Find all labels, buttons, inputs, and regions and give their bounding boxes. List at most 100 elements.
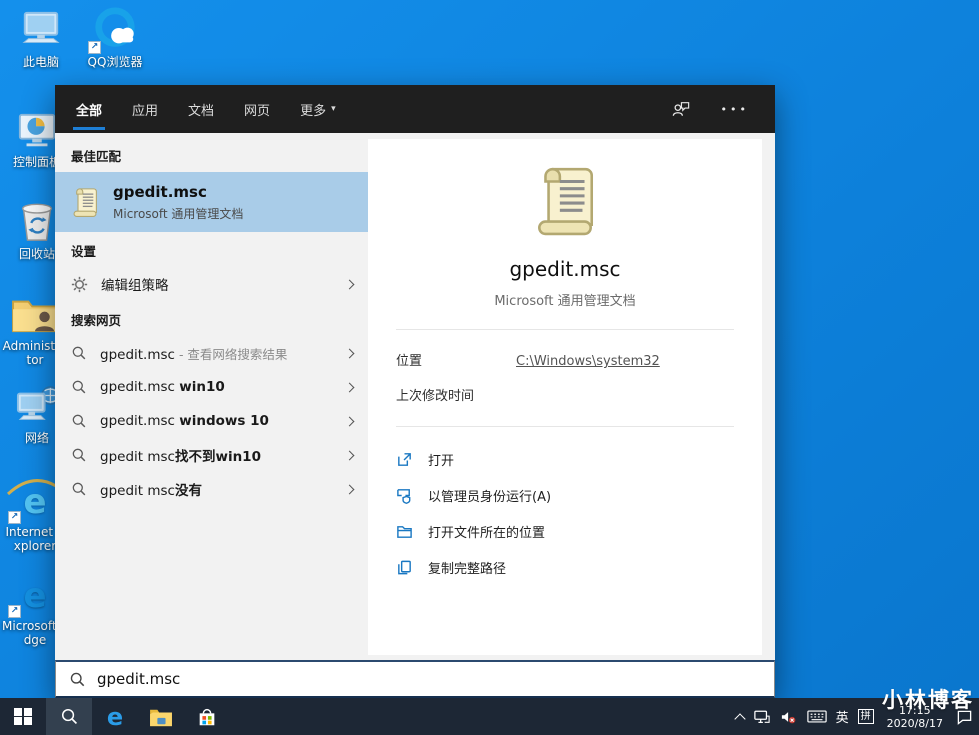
taskbar-edge-button[interactable]: e [92,698,138,735]
section-header-search-web: 搜索网页 [71,313,122,328]
tab-apps[interactable]: 应用 [117,85,173,133]
feedback-icon[interactable] [671,100,691,118]
network-status-icon[interactable] [753,709,771,725]
best-match-title: gpedit.msc [113,182,207,201]
property-location: 位置 C:\Windows\system32 [396,342,734,377]
desktop-icon-label: 此电脑 [22,55,59,69]
desktop: { "colors": { "desktop_blue": "#0f86e1",… [0,0,979,735]
suggestion-text: gpedit.msc win10 [100,379,225,395]
action-label: 打开 [428,453,455,469]
desktop-icon-label: QQ浏览器 [87,55,143,69]
section-header-best-match: 最佳匹配 [71,149,122,164]
chevron-right-icon [344,450,355,460]
web-suggestion[interactable]: gpedit.msc windows 10 [55,404,368,438]
ime-language-indicator[interactable]: 英 [836,707,849,726]
msc-file-icon [71,186,99,218]
copy-icon [396,559,414,576]
search-icon [71,379,87,395]
taskbar-file-explorer-button[interactable] [138,698,184,735]
chevron-right-icon [344,484,355,494]
chevron-down-icon: ▾ [331,104,336,114]
volume-muted-icon[interactable] [780,709,798,725]
search-input[interactable] [97,670,761,688]
file-location-link[interactable]: C:\Windows\system32 [516,354,660,369]
file-properties: 位置 C:\Windows\system32 上次修改时间 [396,330,734,427]
action-open[interactable]: 打开 [396,441,734,477]
preview-pane: gpedit.msc Microsoft 通用管理文档 位置 C:\Window… [368,133,775,660]
results-list: 最佳匹配 gpedit.msc Microsoft 通用管理文档 设置 编辑组策… [55,133,368,660]
search-results-area: 最佳匹配 gpedit.msc Microsoft 通用管理文档 设置 编辑组策… [55,133,775,660]
search-icon [71,481,87,497]
search-icon [71,413,87,429]
store-icon [199,708,215,725]
preview-header: gpedit.msc Microsoft 通用管理文档 [396,147,734,330]
shortcut-arrow-icon: ↗ [88,41,101,54]
web-suggestion[interactable]: gpedit msc找不到win10 [55,438,368,472]
search-icon [69,671,86,688]
action-label: 以管理员身份运行(A) [428,489,552,505]
property-last-modified: 上次修改时间 [396,377,734,412]
tab-documents[interactable]: 文档 [173,85,229,133]
desktop-icon-qq-browser[interactable]: ↗ QQ浏览器 [82,6,148,69]
open-icon [396,451,414,468]
tab-web[interactable]: 网页 [229,85,285,133]
suggestion-text: gpedit.msc windows 10 [100,413,269,429]
search-icon [60,707,79,726]
run-as-admin-icon [396,487,414,504]
watermark-text: 小林博客 [882,688,974,712]
suggestion-text: gpedit.msc - 查看网络搜索结果 [100,346,288,363]
tab-all[interactable]: 全部 [61,85,117,133]
chevron-right-icon [344,348,355,358]
tab-more[interactable]: 更多 ▾ [285,85,351,133]
result-label: 编辑组策略 [101,278,169,294]
clock-date: 2020/8/17 [886,716,943,730]
file-explorer-icon [150,709,172,726]
web-suggestion[interactable]: gpedit msc没有 [55,472,368,506]
search-panel-header: 全部 应用 文档 网页 更多 ▾ ••• [55,85,775,133]
desktop-icon-this-pc[interactable]: 此电脑 [8,6,74,69]
web-suggestion[interactable]: gpedit.msc win10 [55,370,368,404]
edge-icon: e [106,702,124,731]
action-label: 复制完整路径 [428,561,507,577]
ime-mode-indicator[interactable]: 拼 [857,709,874,724]
web-suggestion[interactable]: gpedit.msc - 查看网络搜索结果 [55,336,368,370]
edge-e-glyph: e [23,576,47,616]
open-location-icon [396,523,414,540]
gear-icon [71,276,88,293]
start-button[interactable] [0,698,46,735]
action-label: 打开文件所在的位置 [428,525,546,541]
this-pc-icon [8,6,74,52]
best-match-result[interactable]: gpedit.msc Microsoft 通用管理文档 [55,172,368,232]
section-header-settings: 设置 [71,244,97,259]
taskbar-store-button[interactable] [184,698,230,735]
file-actions: 打开 以管理员身份运行(A) 打开文件所在的位置 复制完整路径 [396,427,734,599]
search-flyout-panel: 全部 应用 文档 网页 更多 ▾ ••• 最佳匹配 gpedit.msc Mic… [55,85,775,698]
property-label: 上次修改时间 [396,389,475,404]
shortcut-arrow-icon: ↗ [8,511,21,524]
suggestion-text: gpedit msc找不到win10 [100,449,261,465]
preview-subtitle: Microsoft 通用管理文档 [494,294,636,309]
more-options-icon[interactable]: ••• [721,103,749,116]
property-label: 位置 [396,354,423,369]
settings-result-edit-group-policy[interactable]: 编辑组策略 [55,267,368,301]
msc-file-icon-large [532,163,598,237]
chevron-right-icon [344,416,355,426]
search-icon [71,447,87,463]
shortcut-arrow-icon: ↗ [8,605,21,618]
search-icon [71,345,87,361]
chevron-right-icon [344,382,355,392]
action-open-file-location[interactable]: 打开文件所在的位置 [396,513,734,549]
taskbar-search-button[interactable] [46,698,92,735]
search-bar [55,660,775,698]
qq-browser-icon: ↗ [82,6,148,54]
preview-title: gpedit.msc [509,257,621,281]
action-copy-full-path[interactable]: 复制完整路径 [396,549,734,585]
windows-logo-icon [14,707,32,726]
touch-keyboard-icon[interactable] [806,709,827,724]
suggestion-text: gpedit msc没有 [100,483,202,499]
chevron-right-icon [344,279,355,289]
tray-expand-icon[interactable] [733,711,746,725]
best-match-subtitle: Microsoft 通用管理文档 [113,206,244,221]
action-run-as-administrator[interactable]: 以管理员身份运行(A) [396,477,734,513]
taskbar: e 英 拼 17:15 2020/8/17 [0,698,979,735]
